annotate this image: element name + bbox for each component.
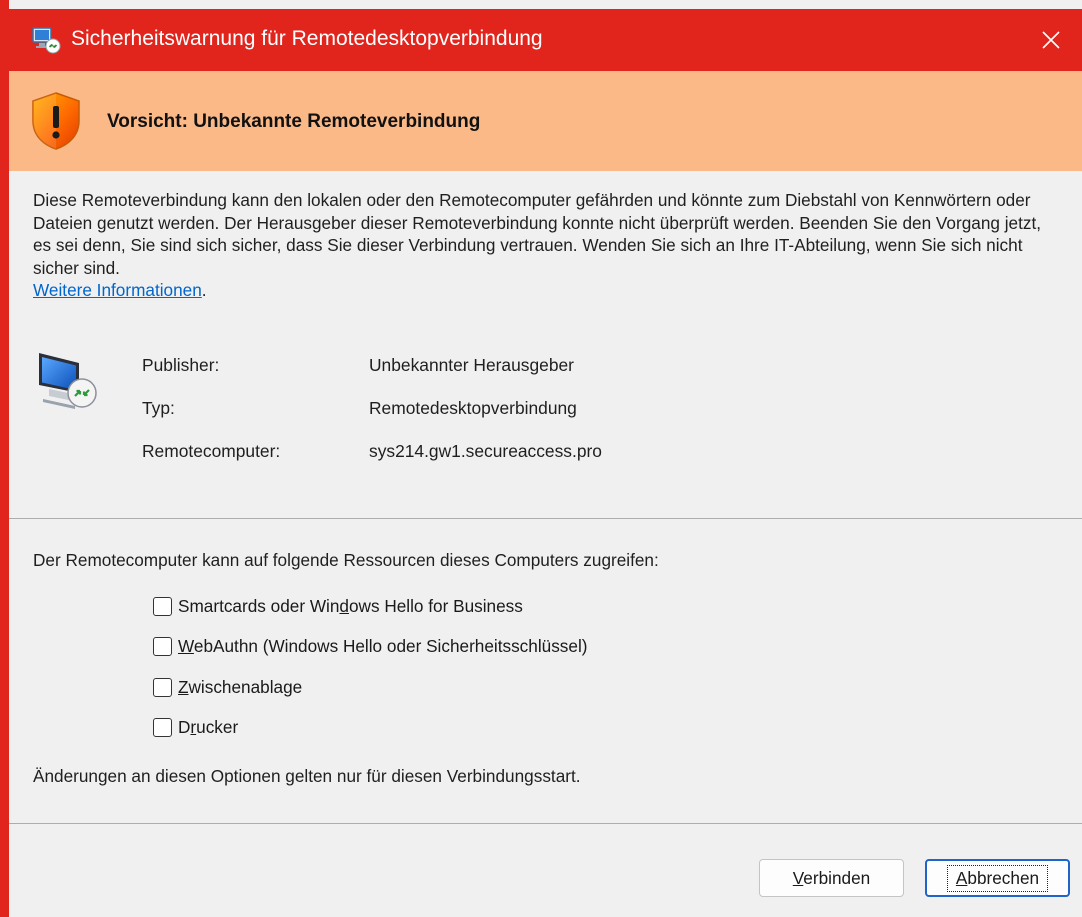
title-bar[interactable]: Sicherheitswarnung für Remotedesktopverb… bbox=[9, 9, 1082, 71]
window-title: Sicherheitswarnung für Remotedesktopverb… bbox=[71, 27, 543, 50]
cancel-button[interactable]: Abbrechen bbox=[925, 859, 1070, 897]
description-text: Diese Remoteverbindung kann den lokalen … bbox=[33, 190, 1042, 278]
webauthn-label: WebAuthn (Windows Hello oder Sicherheits… bbox=[178, 636, 588, 656]
publisher-value: Unbekannter Herausgeber bbox=[369, 355, 574, 375]
link-suffix: . bbox=[201, 280, 207, 300]
type-value: Remotedesktopverbindung bbox=[369, 398, 577, 418]
clipboard-checkbox[interactable] bbox=[153, 678, 172, 697]
security-warning-dialog: Sicherheitswarnung für Remotedesktopverb… bbox=[0, 0, 1082, 917]
option-webauthn[interactable]: WebAuthn (Windows Hello oder Sicherheits… bbox=[153, 636, 588, 657]
warning-heading: Vorsicht: Unbekannte Remoteverbindung bbox=[107, 111, 481, 132]
printer-label: Drucker bbox=[178, 717, 239, 737]
warning-header: Vorsicht: Unbekannte Remoteverbindung bbox=[9, 71, 1082, 171]
cancel-button-label: Abbrechen bbox=[946, 864, 1049, 892]
close-button[interactable] bbox=[1020, 9, 1082, 71]
webauthn-checkbox[interactable] bbox=[153, 637, 172, 656]
footer-divider bbox=[9, 823, 1082, 824]
resources-intro: Der Remotecomputer kann auf folgende Res… bbox=[33, 550, 659, 570]
warning-description: Diese Remoteverbindung kann den lokalen … bbox=[33, 189, 1063, 302]
publisher-label: Publisher: bbox=[142, 355, 220, 375]
section-divider bbox=[9, 518, 1082, 519]
printer-checkbox[interactable] bbox=[153, 718, 172, 737]
shield-warning-icon bbox=[32, 92, 80, 150]
smartcards-label: Smartcards oder Windows Hello for Busine… bbox=[178, 596, 523, 616]
connect-button[interactable]: Verbinden bbox=[759, 859, 904, 897]
connect-button-label: Verbinden bbox=[792, 867, 871, 888]
option-printer[interactable]: Drucker bbox=[153, 717, 238, 738]
remote-computer-icon bbox=[39, 353, 97, 409]
smartcards-checkbox[interactable] bbox=[153, 597, 172, 616]
option-smartcards[interactable]: Smartcards oder Windows Hello for Busine… bbox=[153, 596, 523, 617]
remote-desktop-app-icon bbox=[32, 27, 61, 54]
options-note: Änderungen an diesen Optionen gelten nur… bbox=[33, 766, 581, 786]
more-info-link[interactable]: Weitere Informationen bbox=[33, 280, 202, 300]
type-label: Typ: bbox=[142, 398, 175, 418]
remotecomputer-label: Remotecomputer: bbox=[142, 441, 281, 461]
option-clipboard[interactable]: Zwischenablage bbox=[153, 677, 302, 698]
close-icon bbox=[1042, 31, 1060, 49]
clipboard-label: Zwischenablage bbox=[178, 677, 303, 697]
remotecomputer-value: sys214.gw1.secureaccess.pro bbox=[369, 441, 602, 461]
